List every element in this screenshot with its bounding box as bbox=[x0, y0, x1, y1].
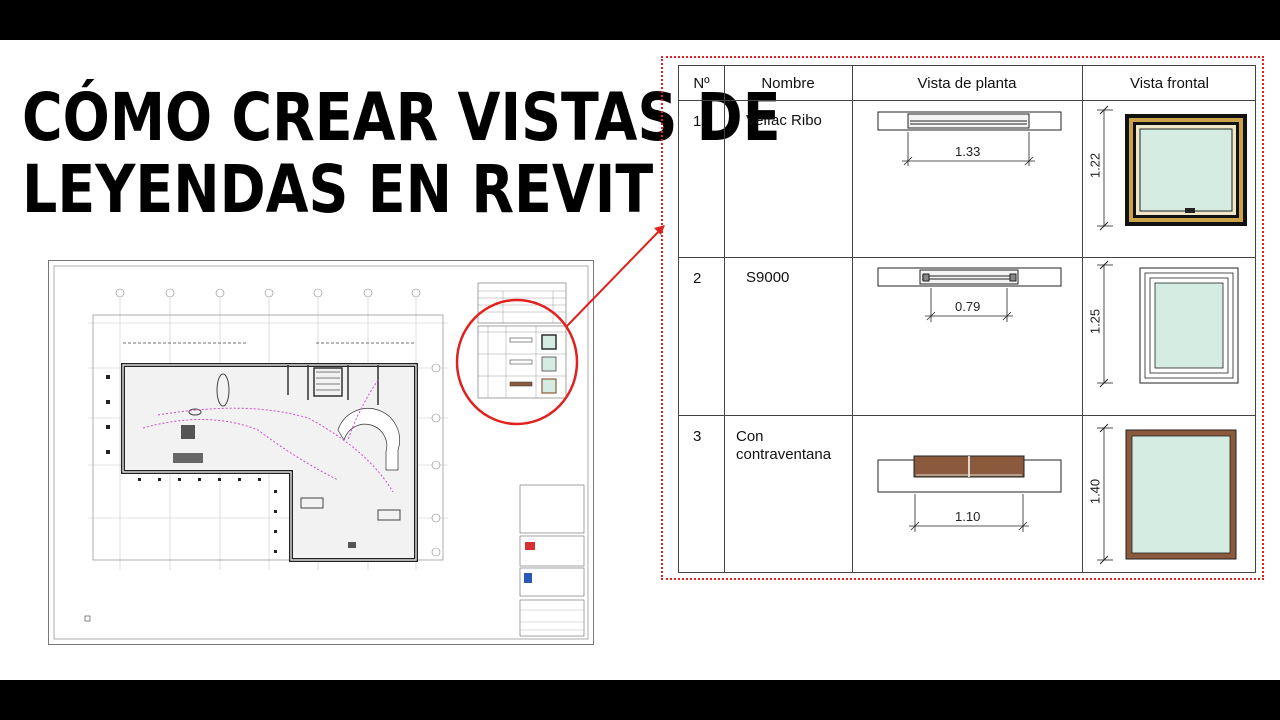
row-1-plan-dim: 1.33 bbox=[955, 144, 981, 159]
row-3-plan-dim: 1.10 bbox=[955, 509, 981, 524]
title-line-2: LEYENDAS EN REVIT bbox=[22, 151, 654, 228]
floor-plan-thumbnail bbox=[48, 260, 594, 645]
row-1-height-dim: 1.22 bbox=[1087, 152, 1103, 179]
legend-table: Nº Nombre Vista de planta Vista frontal … bbox=[678, 65, 1256, 573]
title-line-1: CÓMO CREAR VISTAS DE bbox=[22, 79, 781, 156]
row-3-height-dim: 1.40 bbox=[1087, 478, 1103, 505]
row-2-height-dim: 1.25 bbox=[1087, 308, 1103, 335]
video-title: CÓMO CREAR VISTAS DE LEYENDAS EN REVIT bbox=[22, 79, 781, 228]
letterbox-top bbox=[0, 0, 1280, 40]
letterbox-bottom bbox=[0, 680, 1280, 720]
row-2-plan-dim: 0.79 bbox=[955, 299, 981, 314]
legend-drawings bbox=[877, 105, 1247, 565]
